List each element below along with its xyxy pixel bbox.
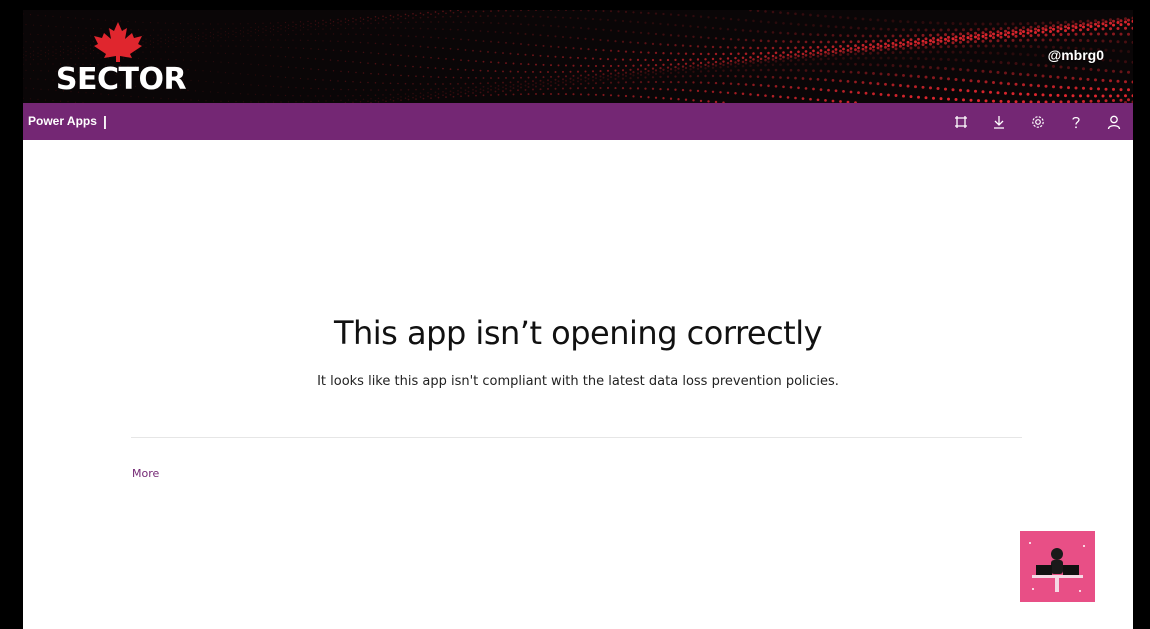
error-title: This app isn’t opening correctly [333, 314, 823, 352]
app-name[interactable]: Power Apps [28, 114, 97, 128]
power-apps-header: Power Apps | [23, 103, 1133, 140]
download-icon [994, 116, 1004, 129]
fit-screen-button[interactable] [947, 108, 975, 136]
fit-screen-icon [955, 116, 967, 128]
download-button[interactable] [985, 108, 1013, 136]
error-message: It looks like this app isn't compliant w… [317, 374, 839, 389]
presenter-avatar [1020, 531, 1095, 602]
gear-icon [1032, 116, 1044, 128]
settings-button[interactable] [1024, 108, 1052, 136]
sector-banner: SECTOR @mbrg0 [23, 10, 1133, 103]
user-icon [1107, 115, 1121, 130]
sector-wordmark: SECTOR [55, 62, 187, 97]
maple-leaf-icon [94, 22, 142, 62]
header-separator: | [103, 113, 107, 129]
more-link[interactable]: More [132, 467, 159, 480]
avatar-illustration [1020, 531, 1095, 602]
app-window: SECTOR @mbrg0 Power Apps | This app isn’… [23, 10, 1133, 629]
help-icon [1072, 117, 1080, 129]
help-button[interactable] [1062, 108, 1090, 136]
sector-logo: SECTOR [41, 22, 201, 97]
content-divider [131, 437, 1022, 438]
twitter-handle: @mbrg0 [1047, 47, 1104, 63]
user-profile-button[interactable] [1100, 108, 1128, 136]
